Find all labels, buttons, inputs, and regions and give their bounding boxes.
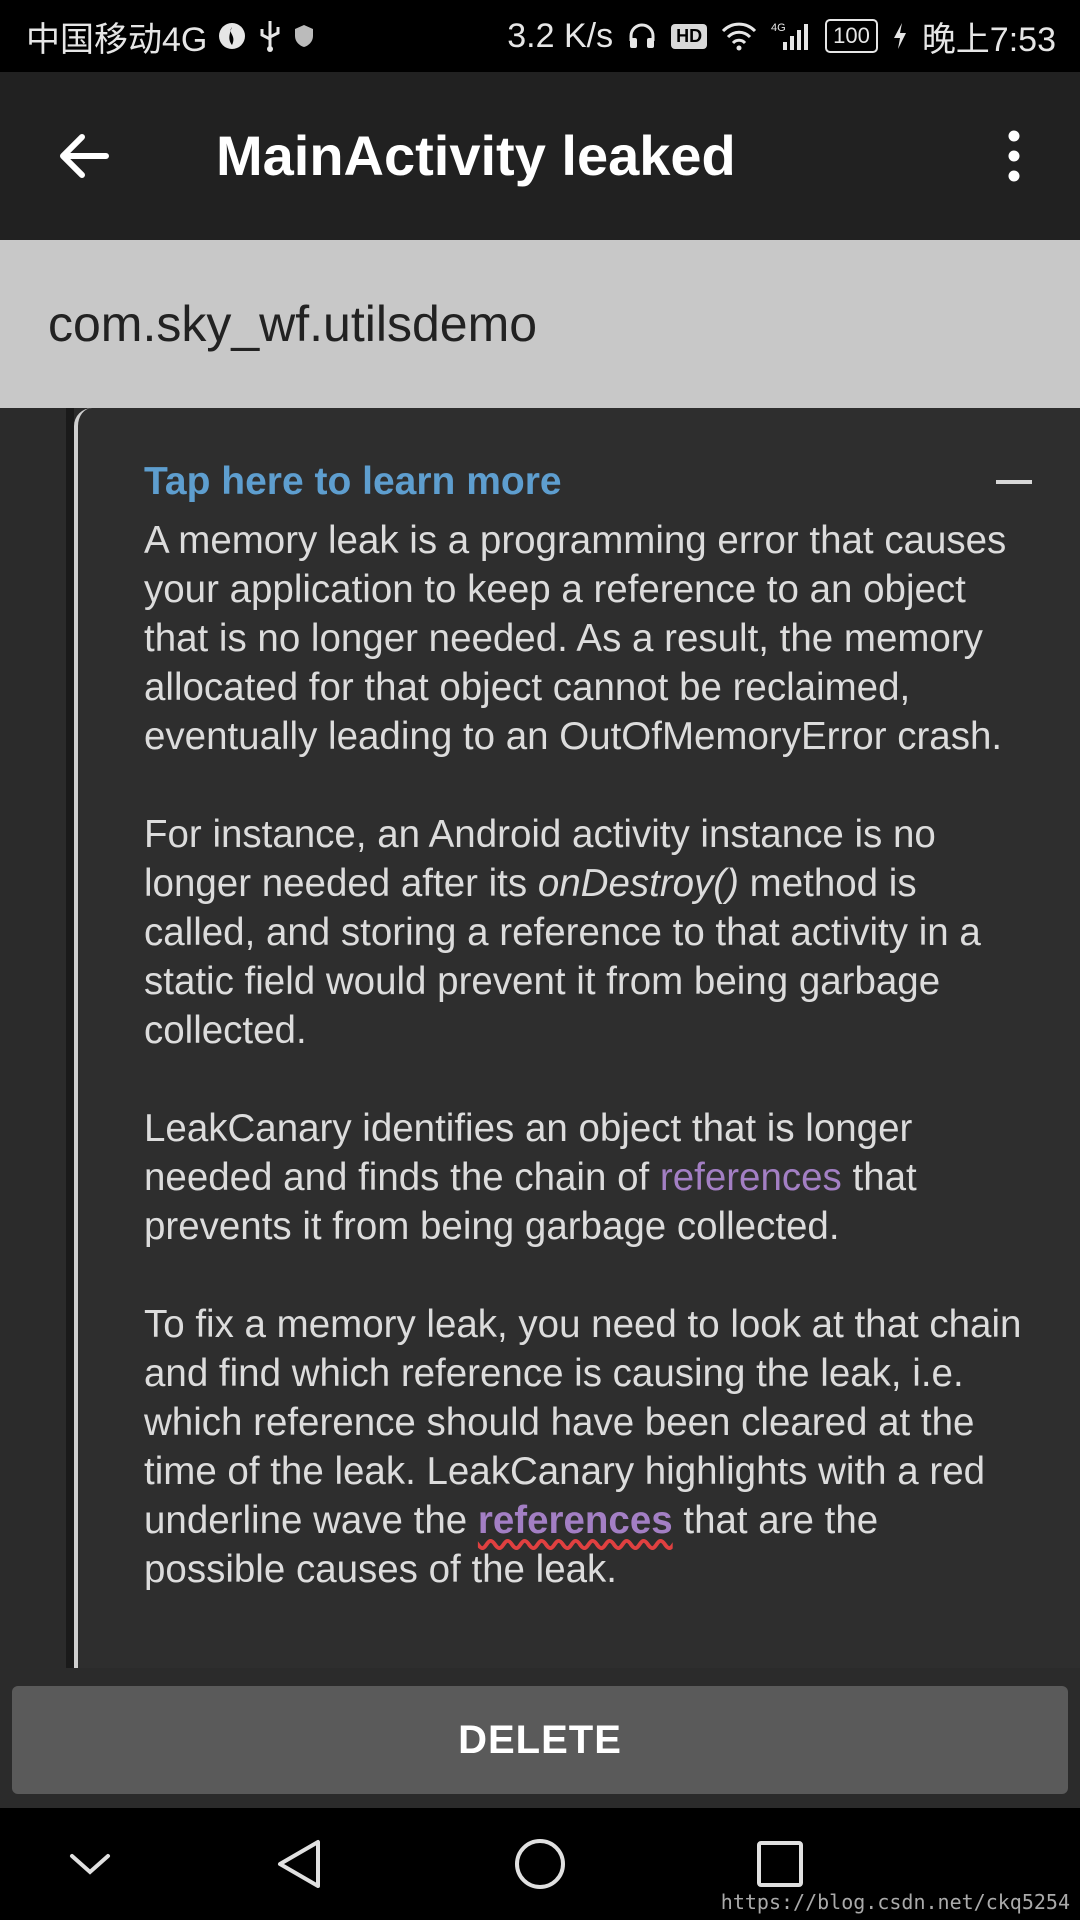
flame-icon	[217, 21, 247, 51]
arrow-back-icon[interactable]	[56, 128, 112, 184]
method-name: onDestroy()	[537, 862, 739, 905]
paragraph-fix: To fix a memory leak, you need to look a…	[144, 1303, 1022, 1591]
collapse-icon[interactable]	[996, 480, 1032, 484]
hd-badge: HD	[671, 23, 708, 49]
nav-bar: https://blog.csdn.net/ckq5254	[0, 1808, 1080, 1920]
status-right: 3.2 K/s HD 4G 100 晚上7:53	[507, 0, 1056, 72]
package-name: com.sky_wf.utilsdemo	[48, 296, 538, 352]
learn-more-link[interactable]: Tap here to learn more	[144, 458, 562, 506]
status-bar: 中国移动4G 3.2 K/s HD 4G 100 晚上7:53	[0, 0, 1080, 72]
charging-icon	[892, 21, 908, 51]
delete-button[interactable]: DELETE	[12, 1686, 1068, 1794]
shield-icon	[293, 23, 315, 49]
carrier-label: 中国移动4G	[26, 20, 208, 59]
chevron-down-icon[interactable]	[62, 1836, 118, 1892]
references-highlight[interactable]: references	[478, 1499, 673, 1542]
clock: 晚上7:53	[921, 20, 1056, 59]
back-triangle-icon[interactable]	[272, 1836, 328, 1892]
package-header: com.sky_wf.utilsdemo	[0, 240, 1080, 408]
svg-text:4G: 4G	[771, 22, 786, 34]
page-title: MainActivity leaked	[216, 124, 736, 187]
leak-content[interactable]: Tap here to learn more A memory leak is …	[0, 408, 1080, 1668]
more-vert-icon[interactable]	[1000, 130, 1028, 182]
divider	[66, 408, 74, 1668]
watermark: https://blog.csdn.net/ckq5254	[720, 1890, 1070, 1914]
signal-icon: 4G	[771, 20, 811, 52]
references-link[interactable]: references	[660, 1156, 842, 1199]
headset-icon	[627, 21, 657, 51]
button-area: DELETE	[0, 1668, 1080, 1808]
trace-strip	[0, 408, 66, 1668]
learn-more-body: A memory leak is a programming error tha…	[144, 516, 1024, 1643]
paragraph-definition: A memory leak is a programming error tha…	[144, 519, 1007, 758]
status-left: 中国移动4G	[26, 0, 315, 72]
net-speed: 3.2 K/s	[507, 16, 614, 55]
paragraph-leakcanary: LeakCanary identifies an object that is …	[144, 1107, 917, 1248]
battery-indicator: 100	[825, 19, 878, 53]
usb-icon	[257, 19, 283, 53]
recents-square-icon[interactable]	[752, 1836, 808, 1892]
paragraph-example: For instance, an Android activity instan…	[144, 813, 981, 1052]
wifi-icon	[721, 21, 757, 51]
home-circle-icon[interactable]	[512, 1836, 568, 1892]
app-bar: MainActivity leaked	[0, 72, 1080, 240]
